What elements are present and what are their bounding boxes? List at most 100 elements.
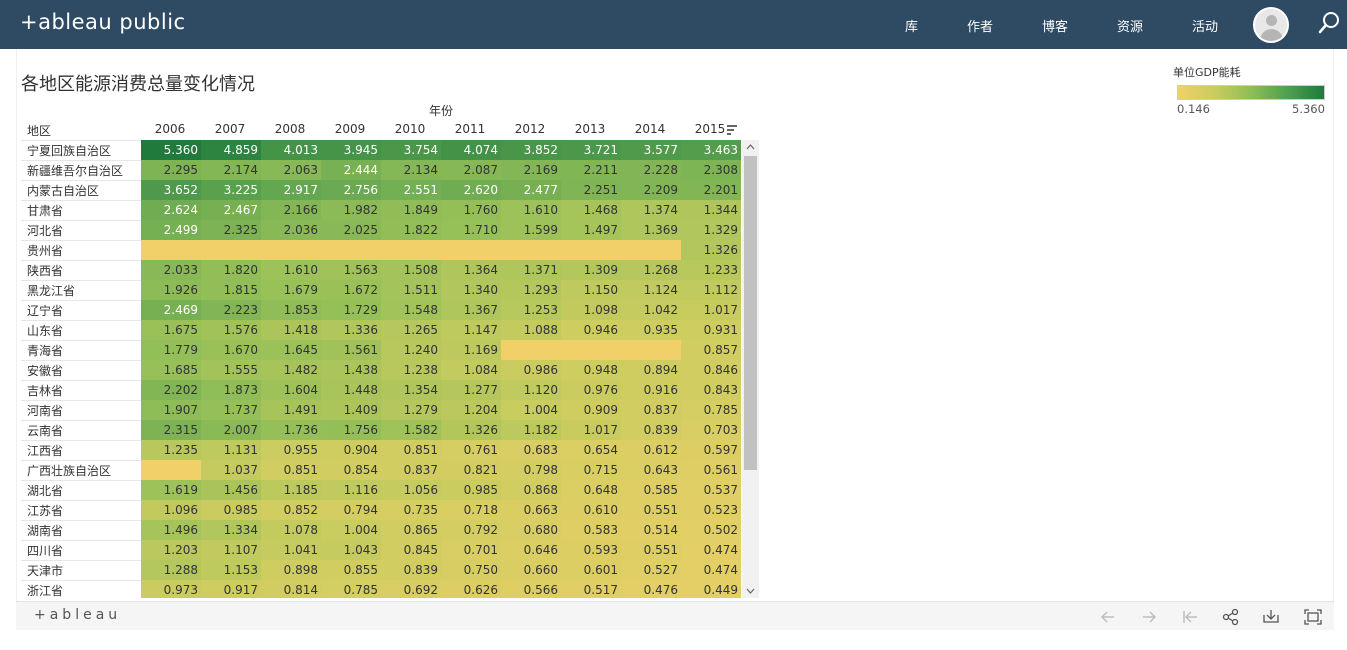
heatmap-cell[interactable]: 2.917 <box>261 180 321 200</box>
region-label[interactable]: 河北省 <box>27 222 63 239</box>
heatmap-cell[interactable]: 1.409 <box>321 400 381 420</box>
nav-item-authors[interactable]: 作者 <box>967 16 993 35</box>
heatmap-cell[interactable] <box>501 340 561 360</box>
heatmap-cell[interactable]: 0.537 <box>681 480 741 500</box>
heatmap-cell[interactable]: 0.973 <box>141 580 201 598</box>
heatmap-cell[interactable]: 0.857 <box>681 340 741 360</box>
heatmap-cell[interactable]: 1.685 <box>141 360 201 380</box>
heatmap-cell[interactable]: 1.604 <box>261 380 321 400</box>
heatmap-cell[interactable]: 0.626 <box>441 580 501 598</box>
heatmap-cell[interactable]: 1.468 <box>561 200 621 220</box>
heatmap-cell[interactable]: 1.326 <box>681 240 741 260</box>
heatmap-cell[interactable]: 0.715 <box>561 460 621 480</box>
heatmap-cell[interactable]: 1.582 <box>381 420 441 440</box>
heatmap-cell[interactable]: 1.364 <box>441 260 501 280</box>
heatmap-cell[interactable]: 1.096 <box>141 500 201 520</box>
heatmap-cell[interactable]: 0.683 <box>501 440 561 460</box>
heatmap-cell[interactable]: 3.754 <box>381 140 441 160</box>
heatmap-cell[interactable]: 1.253 <box>501 300 561 320</box>
heatmap-cell[interactable]: 0.527 <box>621 560 681 580</box>
heatmap-cell[interactable]: 2.063 <box>261 160 321 180</box>
heatmap-cell[interactable]: 2.308 <box>681 160 741 180</box>
heatmap-cell[interactable]: 0.865 <box>381 520 441 540</box>
heatmap-cell[interactable]: 1.367 <box>441 300 501 320</box>
heatmap-cell[interactable]: 1.610 <box>261 260 321 280</box>
heatmap-cell[interactable] <box>501 240 561 260</box>
heatmap-cell[interactable]: 1.610 <box>501 200 561 220</box>
heatmap-cell[interactable]: 1.277 <box>441 380 501 400</box>
heatmap-cell[interactable]: 2.166 <box>261 200 321 220</box>
heatmap-cell[interactable]: 1.124 <box>621 280 681 300</box>
heatmap-cell[interactable]: 1.344 <box>681 200 741 220</box>
heatmap-cell[interactable]: 1.084 <box>441 360 501 380</box>
heatmap-cell[interactable]: 2.477 <box>501 180 561 200</box>
heatmap-cell[interactable] <box>561 340 621 360</box>
heatmap-cell[interactable]: 4.859 <box>201 140 261 160</box>
redo-icon[interactable] <box>1139 607 1159 627</box>
heatmap-cell[interactable]: 1.555 <box>201 360 261 380</box>
heatmap-cell[interactable]: 1.926 <box>141 280 201 300</box>
heatmap-cell[interactable]: 1.672 <box>321 280 381 300</box>
heatmap-cell[interactable]: 1.369 <box>621 220 681 240</box>
heatmap-cell[interactable]: 1.456 <box>201 480 261 500</box>
heatmap-cell[interactable]: 1.309 <box>561 260 621 280</box>
heatmap-cell[interactable]: 0.855 <box>321 560 381 580</box>
heatmap-cell[interactable]: 1.496 <box>141 520 201 540</box>
scroll-up-icon[interactable] <box>742 140 759 155</box>
heatmap-cell[interactable]: 1.982 <box>321 200 381 220</box>
user-avatar[interactable] <box>1253 7 1289 43</box>
heatmap-cell[interactable]: 0.601 <box>561 560 621 580</box>
heatmap-cell[interactable]: 0.851 <box>261 460 321 480</box>
heatmap-cell[interactable]: 3.852 <box>501 140 561 160</box>
heatmap-cell[interactable]: 1.233 <box>681 260 741 280</box>
heatmap-cell[interactable]: 0.476 <box>621 580 681 598</box>
heatmap-cell[interactable]: 0.931 <box>681 320 741 340</box>
heatmap-cell[interactable]: 2.444 <box>321 160 381 180</box>
heatmap-cell[interactable]: 0.854 <box>321 460 381 480</box>
heatmap-cell[interactable]: 1.675 <box>141 320 201 340</box>
heatmap-cell[interactable]: 2.499 <box>141 220 201 240</box>
heatmap-cell[interactable]: 1.760 <box>441 200 501 220</box>
heatmap-cell[interactable]: 1.508 <box>381 260 441 280</box>
heatmap-cell[interactable]: 0.785 <box>681 400 741 420</box>
nav-item-blog[interactable]: 博客 <box>1042 16 1068 35</box>
heatmap-cell[interactable]: 0.955 <box>261 440 321 460</box>
heatmap-cell[interactable]: 2.007 <box>201 420 261 440</box>
heatmap-cell[interactable]: 1.645 <box>261 340 321 360</box>
heatmap-cell[interactable]: 1.336 <box>321 320 381 340</box>
share-icon[interactable] <box>1221 607 1241 627</box>
heatmap-cell[interactable]: 0.474 <box>681 540 741 560</box>
heatmap-cell[interactable]: 0.703 <box>681 420 741 440</box>
heatmap-cell[interactable]: 1.043 <box>321 540 381 560</box>
heatmap-cell[interactable]: 1.107 <box>201 540 261 560</box>
heatmap-cell[interactable]: 0.612 <box>621 440 681 460</box>
heatmap-cell[interactable]: 0.648 <box>561 480 621 500</box>
region-label[interactable]: 天津市 <box>27 562 63 579</box>
heatmap-cell[interactable]: 2.209 <box>621 180 681 200</box>
heatmap-cell[interactable]: 0.792 <box>441 520 501 540</box>
region-label[interactable]: 广西壮族自治区 <box>27 462 111 479</box>
heatmap-cell[interactable] <box>441 240 501 260</box>
heatmap-cell[interactable]: 0.585 <box>621 480 681 500</box>
heatmap-cell[interactable]: 2.223 <box>201 300 261 320</box>
heatmap-cell[interactable]: 2.134 <box>381 160 441 180</box>
heatmap-cell[interactable]: 1.670 <box>201 340 261 360</box>
heatmap-cell[interactable]: 1.511 <box>381 280 441 300</box>
heatmap-cell[interactable]: 0.946 <box>561 320 621 340</box>
heatmap-cell[interactable]: 1.238 <box>381 360 441 380</box>
region-label[interactable]: 贵州省 <box>27 242 63 259</box>
heatmap-cell[interactable]: 1.042 <box>621 300 681 320</box>
heatmap-cell[interactable]: 0.785 <box>321 580 381 598</box>
heatmap-cell[interactable]: 0.566 <box>501 580 561 598</box>
heatmap-cell[interactable]: 0.909 <box>561 400 621 420</box>
heatmap-cell[interactable]: 1.203 <box>141 540 201 560</box>
heatmap-cell[interactable]: 0.474 <box>681 560 741 580</box>
heatmap-cell[interactable]: 0.561 <box>681 460 741 480</box>
heatmap-cell[interactable]: 1.374 <box>621 200 681 220</box>
region-label[interactable]: 江西省 <box>27 442 63 459</box>
region-label[interactable]: 湖北省 <box>27 482 63 499</box>
heatmap-cell[interactable] <box>621 240 681 260</box>
heatmap-cell[interactable]: 1.822 <box>381 220 441 240</box>
heatmap-cell[interactable]: 1.729 <box>321 300 381 320</box>
heatmap-cell[interactable]: 4.013 <box>261 140 321 160</box>
